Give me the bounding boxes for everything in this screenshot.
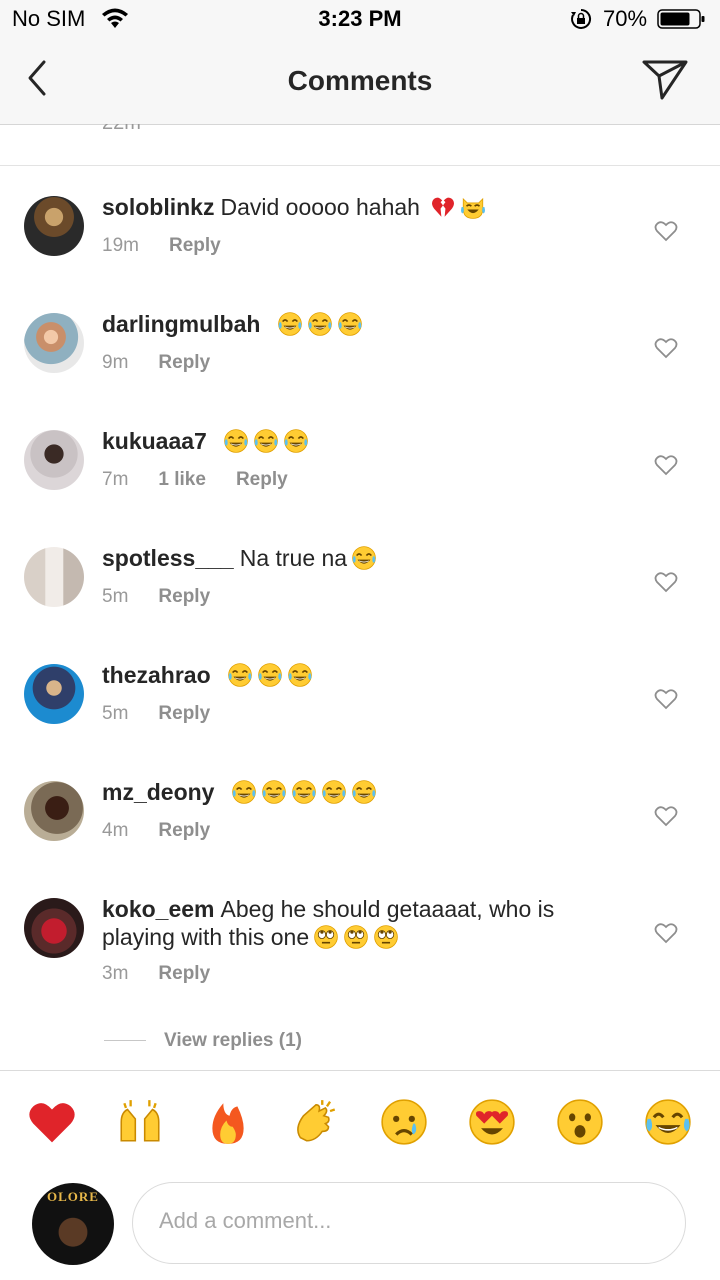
red-heart-icon[interactable] — [27, 1097, 77, 1147]
orientation-lock-icon — [571, 8, 592, 29]
divider — [0, 1070, 720, 1071]
avatar[interactable] — [24, 547, 84, 607]
battery-icon — [657, 9, 705, 29]
page-title: Comments — [287, 65, 433, 96]
heart-icon[interactable] — [654, 337, 678, 359]
reply-button[interactable]: Reply — [158, 703, 210, 725]
reply-button[interactable]: Reply — [158, 820, 210, 842]
avatar[interactable] — [24, 196, 84, 256]
raising-hands-icon[interactable] — [115, 1097, 165, 1147]
comment-meta: 9m Reply — [102, 352, 240, 374]
comment-username[interactable]: soloblinkz — [102, 194, 214, 220]
rolling-eyes-emoji-icon — [373, 924, 399, 950]
heart-eyes-icon[interactable] — [467, 1097, 517, 1147]
comment-meta: 19m Reply — [102, 235, 251, 257]
rolling-eyes-emoji-icon — [343, 924, 369, 950]
heart-icon[interactable] — [654, 688, 678, 710]
comment-time: 5m — [102, 586, 129, 607]
tears-of-joy-emoji-icon — [291, 779, 317, 805]
tears-of-joy-emoji-icon — [283, 428, 309, 454]
comment-input[interactable] — [157, 1207, 661, 1235]
cat-tears-of-joy-emoji-icon — [460, 194, 486, 220]
navigation-bar: Comments — [0, 40, 720, 125]
astonished-face-icon[interactable] — [555, 1097, 605, 1147]
tears-of-joy-emoji-icon — [261, 779, 287, 805]
tears-of-joy-emoji-icon — [253, 428, 279, 454]
comment-time: 7m — [102, 469, 129, 490]
heart-icon[interactable] — [654, 454, 678, 476]
comment-time: 9m — [102, 352, 129, 373]
comment-username[interactable]: kukuaaa7 — [102, 428, 207, 454]
tears-of-joy-emoji-icon — [231, 779, 257, 805]
comment-text: soloblinkz David ooooo hahah — [102, 193, 622, 221]
tears-of-joy-emoji-icon — [337, 311, 363, 337]
avatar[interactable] — [24, 430, 84, 490]
view-replies-label: View replies (1) — [164, 1030, 302, 1051]
status-bar: No SIM 3:23 PM 70% — [0, 0, 720, 40]
reply-button[interactable]: Reply — [158, 963, 210, 985]
tears-of-joy-emoji-icon — [351, 779, 377, 805]
comment-meta: 5m Reply — [102, 703, 240, 725]
comment-text: mz_deony — [102, 778, 622, 806]
fire-icon[interactable] — [203, 1097, 253, 1147]
avatar[interactable] — [24, 781, 84, 841]
tears-of-joy-emoji-icon — [277, 311, 303, 337]
tears-of-joy-emoji-icon — [223, 428, 249, 454]
avatar[interactable] — [24, 664, 84, 724]
avatar-logo-text: OLORE — [47, 1189, 99, 1204]
comment-meta: 4m Reply — [102, 820, 240, 842]
avatar[interactable] — [24, 313, 84, 373]
broken-heart-emoji-icon — [430, 194, 456, 220]
paper-plane-icon[interactable] — [640, 56, 690, 102]
tears-of-joy-emoji-icon — [287, 662, 313, 688]
tears-of-joy-emoji-icon — [351, 545, 377, 571]
comment-meta: 7m 1 like Reply — [102, 469, 318, 491]
comment-time: 3m — [102, 963, 129, 984]
comment-username[interactable]: koko_eem — [102, 896, 215, 922]
comment-username[interactable]: spotless___ — [102, 545, 234, 571]
divider — [0, 165, 720, 166]
comment-meta: 5m Reply — [102, 586, 240, 608]
comment-time: 4m — [102, 820, 129, 841]
comment-time: 19m — [102, 235, 139, 256]
comment-username[interactable]: thezahrao — [102, 662, 211, 688]
tears-of-joy-emoji-icon — [321, 779, 347, 805]
reply-button[interactable]: Reply — [169, 235, 221, 257]
reply-button[interactable]: Reply — [158, 352, 210, 374]
tears-of-joy-emoji-icon — [227, 662, 253, 688]
comment-text: koko_eem Abeg he should getaaaat, who is … — [102, 895, 622, 951]
heart-icon[interactable] — [654, 922, 678, 944]
tears-of-joy-emoji-icon — [307, 311, 333, 337]
comment-text: thezahrao — [102, 661, 622, 689]
view-replies-button[interactable]: View replies (1) — [104, 1030, 302, 1052]
rolling-eyes-emoji-icon — [313, 924, 339, 950]
like-count[interactable]: 1 like — [158, 469, 206, 491]
heart-icon[interactable] — [654, 805, 678, 827]
comment-input-container[interactable] — [132, 1182, 686, 1264]
avatar[interactable] — [24, 898, 84, 958]
comment-username[interactable]: mz_deony — [102, 779, 214, 805]
reply-button[interactable]: Reply — [158, 586, 210, 608]
comment-username[interactable]: darlingmulbah — [102, 311, 260, 337]
clapping-hands-icon[interactable] — [291, 1097, 341, 1147]
heart-icon[interactable] — [654, 571, 678, 593]
comment-text: kukuaaa7 — [102, 427, 622, 455]
comment-text: darlingmulbah — [102, 310, 622, 338]
current-user-avatar: OLORE — [32, 1183, 114, 1265]
reply-button[interactable]: Reply — [236, 469, 288, 491]
tears-of-joy-icon[interactable] — [643, 1097, 693, 1147]
comment-text: spotless___ Na true na — [102, 544, 622, 572]
comment-body: Na true na — [239, 545, 348, 571]
divider — [104, 1040, 146, 1042]
tears-of-joy-emoji-icon — [257, 662, 283, 688]
heart-icon[interactable] — [654, 220, 678, 242]
quick-emoji-bar — [0, 1097, 720, 1149]
comment-body: David ooooo hahah — [220, 194, 420, 220]
battery-percent: 70% — [603, 6, 648, 31]
crying-face-icon[interactable] — [379, 1097, 429, 1147]
comment-meta: 3m Reply — [102, 963, 240, 985]
comment-time: 5m — [102, 703, 129, 724]
